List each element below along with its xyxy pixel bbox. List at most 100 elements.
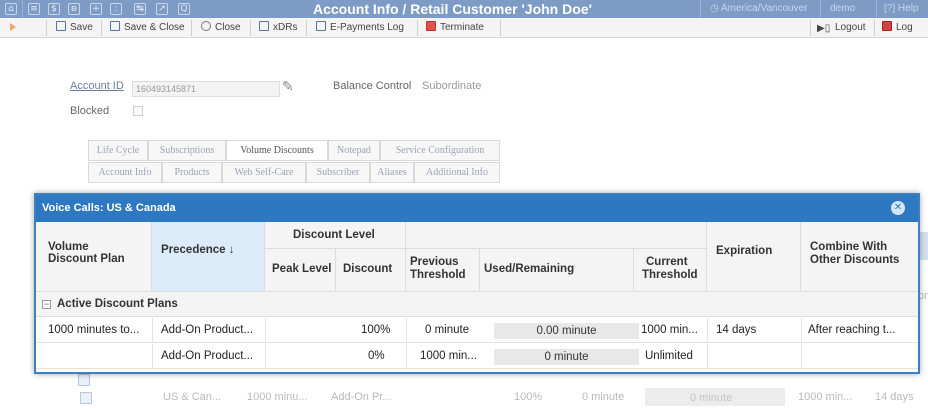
background-minutes: 1000 minu...	[247, 391, 308, 403]
close-button[interactable]: Close	[201, 21, 241, 35]
cell-current-threshold: 1000 min...	[641, 324, 698, 336]
terminate-button[interactable]: Terminate	[426, 21, 484, 35]
column-header-combine[interactable]: Combine With Other Discounts	[801, 222, 918, 292]
search-icon[interactable]: Q	[178, 3, 190, 15]
column-header-combine-line1: Combine With	[810, 241, 888, 253]
balance-control-label: Balance Control	[333, 80, 412, 92]
title-separator	[876, 0, 877, 18]
background-discount: 100%	[514, 391, 543, 403]
tab-products[interactable]: Products	[162, 162, 222, 183]
column-header-previous-line2: Threshold	[410, 269, 466, 281]
edit-pencil-icon[interactable]: ✎	[282, 78, 294, 95]
toolbar-separator	[810, 20, 811, 36]
column-divider	[707, 318, 708, 343]
logout-button[interactable]: ▶▯ Logout	[817, 21, 866, 35]
column-header-discount[interactable]: Discount	[336, 249, 406, 292]
save-label: Save	[70, 22, 93, 33]
help-link[interactable]: [?] Help	[884, 3, 918, 14]
terminate-label: Terminate	[440, 22, 484, 33]
title-separator	[700, 0, 701, 18]
cell-combine: After reaching t...	[808, 324, 896, 336]
tab-subscriptions[interactable]: Subscriptions	[148, 140, 226, 161]
tab-subscriber[interactable]: Subscriber	[306, 162, 370, 183]
tab-web-self-care[interactable]: Web Self-Care	[222, 162, 306, 183]
column-header-current-threshold[interactable]: Current Threshold	[634, 249, 707, 292]
cell-discount: 100%	[361, 324, 391, 336]
group-row-active-plans[interactable]: − Active Discount Plans	[36, 292, 918, 317]
chart-icon[interactable]: ↗	[156, 3, 168, 15]
home-icon[interactable]: ⌂	[5, 3, 17, 15]
toolbar: Save Save & Close Close xDRs E-Payments …	[0, 18, 928, 38]
account-id-input[interactable]: 160493145871	[132, 81, 280, 97]
plus-icon[interactable]: +	[90, 3, 102, 15]
epayments-label: E-Payments Log	[330, 22, 404, 33]
background-used: 0 minute	[690, 392, 733, 404]
save-button[interactable]: Save	[56, 21, 93, 35]
dollar-icon[interactable]: $	[48, 3, 60, 15]
tab-aliases[interactable]: Aliases	[370, 162, 414, 183]
column-divider	[265, 318, 266, 343]
play-icon[interactable]	[10, 23, 16, 31]
column-divider	[406, 344, 407, 369]
timezone-label[interactable]: ◷ America/Vancouver	[710, 3, 807, 14]
column-header-expiration[interactable]: Expiration	[707, 222, 801, 292]
epayments-log-button[interactable]: E-Payments Log	[316, 21, 404, 35]
logout-label: Logout	[835, 22, 866, 33]
logout-icon: ▶▯	[817, 23, 831, 34]
toolbar-separator	[46, 20, 47, 36]
tab-additional-info[interactable]: Additional Info	[414, 162, 500, 183]
flow-icon[interactable]: ↹	[134, 3, 146, 15]
account-id-label[interactable]: Account ID	[70, 80, 124, 92]
blocked-label: Blocked	[70, 105, 110, 117]
table-row[interactable]: Add-On Product... 0% 1000 min... 0 minut…	[36, 344, 918, 369]
epayments-icon	[316, 21, 326, 31]
toolbar-separator	[250, 20, 251, 36]
tab-service-configuration[interactable]: Service Configuration	[380, 140, 500, 161]
background-plan: US & Can...	[163, 391, 222, 403]
blocked-checkbox[interactable]	[133, 106, 143, 116]
save-close-icon	[110, 21, 120, 31]
cell-expiration: 14 days	[716, 324, 757, 336]
title-separator	[820, 0, 821, 18]
tab-account-info[interactable]: Account Info	[88, 162, 162, 183]
background-expiration: 14 days	[875, 391, 914, 403]
users-icon[interactable]: ʚ	[68, 3, 80, 15]
log-button[interactable]: Log	[882, 21, 913, 35]
tab-life-cycle[interactable]: Life Cycle	[88, 140, 148, 161]
column-divider	[265, 344, 266, 369]
cell-precedence: Add-On Product...	[161, 350, 254, 362]
column-header-used-remaining[interactable]: Used/Remaining	[480, 249, 634, 292]
calendar-icon[interactable]	[80, 392, 92, 404]
column-divider	[801, 318, 802, 343]
user-name[interactable]: demo	[830, 3, 855, 14]
list-icon[interactable]: ≡	[28, 3, 40, 15]
column-divider	[152, 318, 153, 343]
collapse-icon[interactable]: −	[42, 300, 51, 309]
toolbar-separator	[101, 20, 102, 36]
toolbar-separator	[500, 20, 501, 36]
grid-icon[interactable]: :	[110, 3, 122, 15]
balance-control-value: Subordinate	[422, 80, 482, 92]
column-header-threshold-group	[406, 222, 707, 249]
column-divider	[801, 344, 802, 369]
toolbar-separator	[191, 20, 192, 36]
column-header-peak-level[interactable]: Peak Level	[265, 249, 336, 292]
column-header-plan[interactable]: Volume Discount Plan	[36, 222, 152, 292]
column-header-previous-line1: Previous	[410, 256, 459, 268]
group-label: Active Discount Plans	[57, 298, 178, 310]
close-icon[interactable]: ✕	[891, 201, 905, 215]
xdrs-button[interactable]: xDRs	[259, 21, 297, 35]
tab-notepad[interactable]: Notepad	[328, 140, 380, 161]
column-header-plan-line1: Volume	[48, 241, 89, 253]
title-separator	[22, 0, 23, 18]
tab-volume-discounts[interactable]: Volume Discounts	[226, 140, 328, 161]
close-icon	[201, 21, 211, 31]
column-header-previous-threshold[interactable]: Previous Threshold	[406, 249, 480, 292]
table-row[interactable]: 1000 minutes to... Add-On Product... 100…	[36, 318, 918, 343]
volume-discount-dialog: Voice Calls: US & Canada ✕ Volume Discou…	[34, 193, 920, 374]
help-text: Help	[897, 3, 919, 14]
cell-previous-threshold: 0 minute	[425, 324, 470, 336]
calendar-icon[interactable]	[78, 374, 90, 386]
column-header-precedence[interactable]: Precedence ↓	[152, 222, 265, 292]
save-close-button[interactable]: Save & Close	[110, 21, 185, 35]
